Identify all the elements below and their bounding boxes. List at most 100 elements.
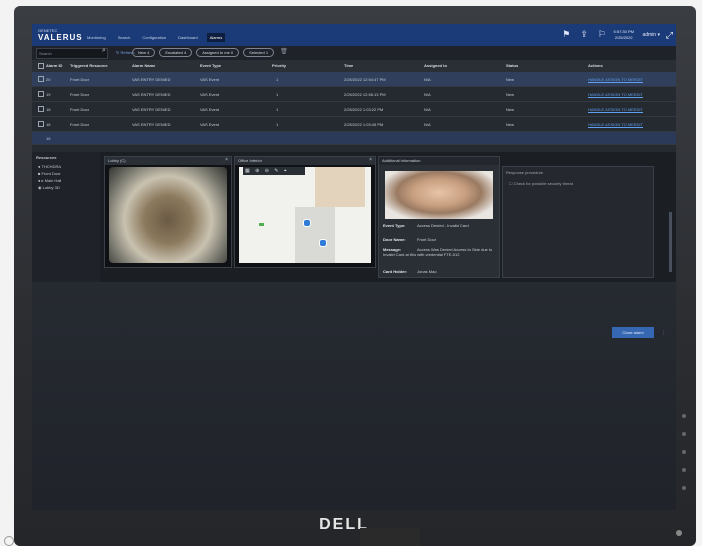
info-value: Access Denied - Invalid Card [417, 223, 469, 228]
cell-assigned: N/A [424, 122, 431, 127]
cell-priority: 1 [276, 107, 279, 112]
close-icon[interactable]: × [225, 157, 228, 163]
nav-configuration[interactable]: Configuration [139, 33, 169, 42]
brand-name: VALERUS [38, 33, 83, 42]
col-status[interactable]: Status [506, 63, 518, 68]
filter-chips: New 4 Escalated 4 Assigned to me 0 Selec… [132, 48, 288, 57]
col-resource[interactable]: Triggered Resource [70, 63, 108, 68]
monitor-buttons [682, 414, 686, 524]
alarm-bell-icon[interactable]: ⚑ [562, 29, 570, 40]
top-bar: GENETEC VALERUS Monitoring Search Config… [32, 24, 676, 46]
floor-plan-room [295, 207, 335, 263]
more-icon[interactable]: ⋮ [661, 330, 666, 336]
additional-info-panel: Additional information Event Type: Access… [378, 156, 500, 278]
select-all-checkbox[interactable] [38, 63, 44, 69]
response-checkbox[interactable]: ☐ Check for possible security threat [503, 178, 653, 189]
chip-selected[interactable]: Selected 1 [243, 48, 275, 57]
table-row[interactable]: 15 [32, 132, 676, 145]
scrollbar[interactable] [669, 212, 672, 272]
search-input[interactable]: Search [36, 48, 108, 59]
map-toolbar[interactable]: ▦ ⊕ ⊖ ✎ ⌖ [243, 167, 305, 175]
resource-item[interactable]: ◉ Lobby 3D [32, 184, 100, 191]
nav-search[interactable]: Search [115, 33, 134, 42]
resource-item[interactable]: ● ▸ Main Hall [32, 177, 100, 184]
table-row[interactable]: 18 Front Door VAS ENTRY DENIED VAS Event… [32, 102, 676, 117]
row-actions-link[interactable]: HANDLE ASSIGN TO MEEDIT [588, 77, 643, 82]
row-checkbox[interactable] [38, 106, 44, 112]
cell-id: 18 [46, 107, 51, 112]
info-key: Card Holder: [383, 269, 408, 274]
cell-resource: Front Door [70, 92, 90, 97]
resource-item[interactable]: ■ Front Door [32, 170, 100, 177]
cell-event: VAS Event [200, 107, 220, 112]
alarm-rows: 20 Front Door VAS ENTRY DENIED VAS Event… [32, 72, 676, 145]
col-event-type[interactable]: Event Type [200, 63, 221, 68]
response-panel: Response procedure ☐ Check for possible … [502, 166, 654, 278]
map-title: Office Interior [235, 157, 375, 165]
row-actions-link[interactable]: HANDLE ASSIGN TO MEEDIT [588, 107, 643, 112]
nav-monitoring[interactable]: Monitoring [84, 33, 109, 42]
cell-resource: Front Door [70, 77, 90, 82]
col-time[interactable]: Time [344, 63, 353, 68]
row-checkbox[interactable] [38, 121, 44, 127]
export-icon[interactable]: ⇪ [580, 29, 588, 40]
col-alarm-id[interactable]: Alarm ID [46, 63, 62, 68]
table-row[interactable]: 19 Front Door VAS ENTRY DENIED VAS Event… [32, 87, 676, 102]
chip-new[interactable]: New 4 [132, 48, 156, 57]
chip-escalated[interactable]: Escalated 4 [159, 48, 193, 57]
cell-name: VAS ENTRY DENIED [132, 122, 171, 127]
camera-pin-icon[interactable] [319, 239, 327, 247]
nav-alarms[interactable]: Alarms [206, 33, 226, 42]
info-value: Front Door [417, 237, 437, 242]
col-actions: Actions [588, 63, 603, 68]
row-checkbox[interactable] [38, 91, 44, 97]
door-marker[interactable] [259, 223, 264, 226]
cell-time: 2/25/2022 1:03:22 PM [344, 107, 384, 112]
row-actions-link[interactable]: HANDLE ASSIGN TO MEEDIT [588, 92, 643, 97]
clock: 5:57:30 PM 2/25/2022 [614, 29, 634, 41]
cell-time: 2/25/2022 12:56:13 PM [344, 92, 386, 97]
monitor-stand [360, 528, 420, 546]
info-key: Door Name: [383, 237, 406, 242]
col-alarm-name[interactable]: Alarm Name [132, 63, 155, 68]
filter-bar: Search ⌕ ↻ Refresh New 4 Escalated 4 Ass… [32, 46, 676, 60]
trash-icon[interactable]: 🗑 [280, 48, 288, 57]
response-checkbox-label: Check for possible security threat [513, 181, 573, 186]
cell-id: 16 [46, 122, 51, 127]
cell-name: VAS ENTRY DENIED [132, 92, 171, 97]
row-checkbox[interactable] [38, 76, 44, 82]
row-actions-link[interactable]: HANDLE ASSIGN TO MEEDIT [588, 122, 643, 127]
cell-assigned: N/A [424, 107, 431, 112]
cell-time: 2/25/2022 1:03:45 PM [344, 122, 384, 127]
col-priority[interactable]: Priority [272, 63, 286, 68]
camera-tile[interactable]: Lobby (C) × [104, 156, 232, 268]
cell-status: New [506, 77, 515, 82]
cell-id: 19 [46, 92, 51, 97]
map-tile[interactable]: Office Interior × ▦ ⊕ ⊖ ✎ ⌖ [234, 156, 376, 268]
chip-assigned[interactable]: Assigned to me 0 [196, 48, 240, 57]
cell-resource: Front Door [70, 107, 90, 112]
close-icon[interactable]: × [369, 157, 372, 163]
flag-icon[interactable]: ⚐ [598, 29, 606, 40]
empty-area [32, 282, 676, 510]
col-assigned[interactable]: Assigned to [424, 63, 447, 68]
table-row[interactable]: 16 Front Door VAS ENTRY DENIED VAS Event… [32, 117, 676, 132]
cell-id: 20 [46, 77, 51, 82]
expand-icon[interactable]: ⤢ [666, 30, 673, 41]
cell-status: New [506, 122, 515, 127]
resource-item[interactable]: ● THCHDRA [32, 163, 100, 170]
topbar-icons: ⚑ ⇪ ⚐ [562, 29, 606, 40]
cell-priority: 1 [276, 77, 279, 82]
clock-date: 2/25/2022 [614, 35, 633, 40]
cell-event: VAS Event [200, 92, 220, 97]
close-alarm-button[interactable]: Close alarm [612, 327, 654, 338]
cell-status: New [506, 107, 515, 112]
user-menu[interactable]: admin ▾ [642, 32, 660, 38]
table-row[interactable]: 20 Front Door VAS ENTRY DENIED VAS Event… [32, 72, 676, 87]
cell-id: 15 [46, 136, 51, 141]
nav-dashboard[interactable]: Dashboard [175, 33, 201, 42]
camera-pin-icon[interactable] [303, 219, 311, 227]
cell-status: New [506, 92, 515, 97]
search-icon[interactable]: ⌕ [102, 47, 106, 55]
info-value: Jonas Mao [417, 269, 437, 274]
